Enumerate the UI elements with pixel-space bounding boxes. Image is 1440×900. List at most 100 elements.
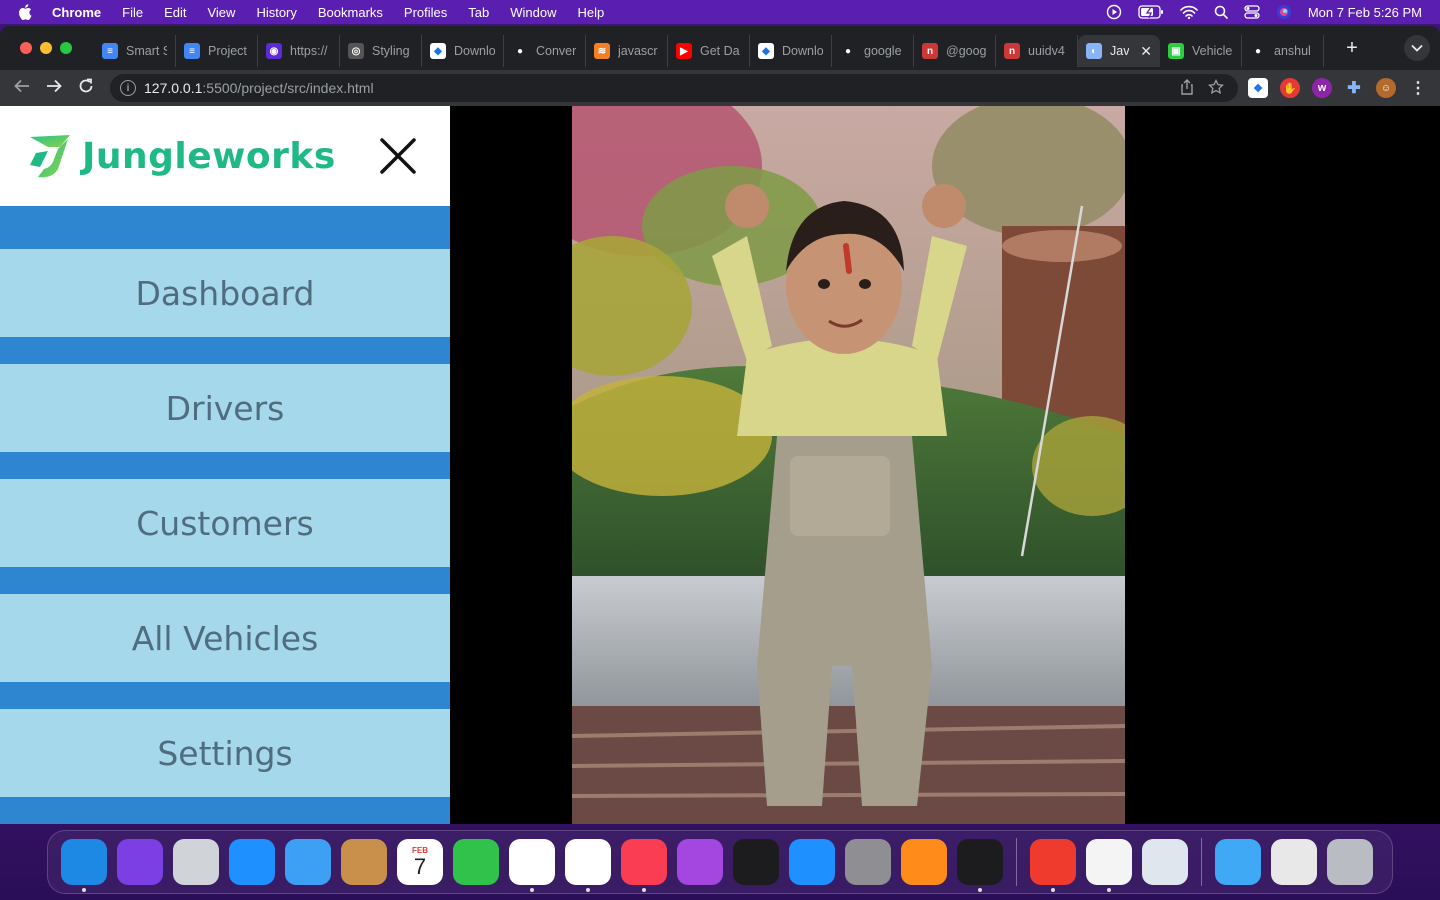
running-indicator — [978, 888, 982, 892]
tab[interactable]: n uuidv4 — [996, 35, 1078, 67]
tab-favicon-icon: ▣ — [1168, 43, 1184, 59]
menu-file[interactable]: File — [122, 5, 143, 20]
podcasts-icon[interactable] — [677, 839, 723, 885]
menu-window[interactable]: Window — [510, 5, 556, 20]
tab-favicon-icon: ≡ — [102, 43, 118, 59]
profile-avatar[interactable]: ☺ — [1376, 78, 1396, 98]
mail-icon[interactable] — [285, 839, 331, 885]
extensions-puzzle-icon[interactable]: ✚ — [1344, 78, 1364, 98]
siri-menu-icon[interactable] — [1276, 4, 1292, 20]
running-indicator — [642, 888, 646, 892]
appstore-icon[interactable] — [789, 839, 835, 885]
tab-label: Project — [208, 44, 247, 58]
battery-icon[interactable] — [1138, 5, 1164, 19]
tab[interactable]: ● anshul — [1242, 35, 1324, 67]
menu-app-name[interactable]: Chrome — [52, 5, 101, 20]
minimize-window-button[interactable] — [40, 42, 52, 54]
address-bar[interactable]: i 127.0.0.1:5500/project/src/index.html — [110, 74, 1238, 102]
tab-label: Downlo — [782, 44, 823, 58]
tab-favicon-icon: ◎ — [348, 43, 364, 59]
brand-name[interactable]: Jungleworks — [82, 136, 336, 177]
close-window-button[interactable] — [20, 42, 32, 54]
forward-button[interactable] — [38, 78, 70, 98]
extension-hand-icon[interactable]: ✋ — [1280, 78, 1300, 98]
sidebar-item-settings[interactable]: Settings — [0, 709, 450, 797]
new-tab-button[interactable]: + — [1338, 37, 1366, 60]
play-status-icon[interactable] — [1106, 4, 1122, 20]
tab[interactable]: ▶ Get Da — [668, 35, 750, 67]
zoom-window-button[interactable] — [60, 42, 72, 54]
tab[interactable]: ◉ https:// — [258, 35, 340, 67]
tab[interactable]: ≡ Smart S — [94, 35, 176, 67]
pages-icon[interactable] — [901, 839, 947, 885]
appletv-icon[interactable] — [733, 839, 779, 885]
back-button[interactable] — [6, 78, 38, 98]
tab[interactable]: ◆ Downlo — [750, 35, 832, 67]
site-info-icon[interactable]: i — [120, 80, 136, 96]
sidebar-item-drivers[interactable]: Drivers — [0, 364, 450, 452]
preview-icon[interactable] — [1142, 839, 1188, 885]
menu-view[interactable]: View — [207, 5, 235, 20]
contacts-icon[interactable] — [341, 839, 387, 885]
sidebar: Jungleworks Dashboard Drivers Customers … — [0, 106, 450, 824]
chrome-icon[interactable] — [509, 839, 555, 892]
tab[interactable]: ≡ Project — [176, 35, 258, 67]
calendar-icon[interactable]: FEB 7 — [397, 839, 443, 885]
safari-icon[interactable] — [229, 839, 275, 885]
chrome-menu-icon[interactable]: ⋮ — [1408, 78, 1428, 98]
music-icon[interactable] — [621, 839, 667, 892]
share-icon[interactable] — [1180, 78, 1194, 98]
siri-icon[interactable] — [117, 839, 163, 885]
trash-icon[interactable] — [1327, 839, 1373, 885]
reload-button[interactable] — [70, 78, 102, 99]
applications-folder-icon[interactable] — [1215, 839, 1261, 885]
tab-favicon-icon: ● — [840, 43, 856, 59]
tab[interactable]: ● google — [832, 35, 914, 67]
finder-icon[interactable] — [61, 839, 107, 892]
bookmark-star-icon[interactable] — [1208, 78, 1224, 98]
apple-menu-icon[interactable] — [18, 4, 36, 20]
menu-bookmarks[interactable]: Bookmarks — [318, 5, 383, 20]
tab[interactable]: ● Conver — [504, 35, 586, 67]
menu-help[interactable]: Help — [578, 5, 605, 20]
anydesk-icon[interactable] — [1030, 839, 1076, 892]
vscode-icon[interactable] — [565, 839, 611, 892]
sidebar-item-customers[interactable]: Customers — [0, 479, 450, 567]
spotlight-search-icon[interactable] — [1214, 5, 1228, 19]
close-tab-icon[interactable]: ✕ — [1140, 43, 1152, 60]
menubar-clock[interactable]: Mon 7 Feb 5:26 PM — [1308, 5, 1422, 20]
tab-favicon-icon: ◉ — [266, 43, 282, 59]
menu-edit[interactable]: Edit — [164, 5, 186, 20]
tab-favicon-icon: ≋ — [594, 43, 610, 59]
tab-label: Get Da — [700, 44, 740, 58]
menu-history[interactable]: History — [256, 5, 296, 20]
tab[interactable]: ≋ javascr — [586, 35, 668, 67]
tab-label: @goog — [946, 44, 987, 58]
tab-search-chevron-icon[interactable] — [1404, 35, 1430, 61]
facetime-icon[interactable] — [453, 839, 499, 885]
browser-toolbar: i 127.0.0.1:5500/project/src/index.html … — [0, 70, 1440, 106]
wifi-icon[interactable] — [1180, 5, 1198, 19]
launchpad-icon[interactable] — [173, 839, 219, 885]
tab[interactable]: ◎ Styling — [340, 35, 422, 67]
running-indicator — [1051, 888, 1055, 892]
photo-file-icon[interactable] — [1271, 839, 1317, 885]
document-icon[interactable] — [1086, 839, 1132, 892]
terminal-icon[interactable] — [957, 839, 1003, 892]
system-preferences-icon[interactable] — [845, 839, 891, 885]
tab-active[interactable]: ◐ Jav ✕ — [1078, 35, 1160, 67]
tab[interactable]: n @goog — [914, 35, 996, 67]
sidebar-item-dashboard[interactable]: Dashboard — [0, 249, 450, 337]
tab[interactable]: ◆ Downlo — [422, 35, 504, 67]
sidebar-item-all-vehicles[interactable]: All Vehicles — [0, 594, 450, 682]
menu-profiles[interactable]: Profiles — [404, 5, 447, 20]
close-sidebar-icon[interactable] — [378, 136, 418, 176]
tab-favicon-icon: n — [1004, 43, 1020, 59]
sidebar-nav: Dashboard Drivers Customers All Vehicles… — [0, 249, 450, 824]
tab[interactable]: ▣ Vehicle — [1160, 35, 1242, 67]
tab-label: Conver — [536, 44, 577, 58]
menu-tab[interactable]: Tab — [468, 5, 489, 20]
extension-w-icon[interactable]: w — [1312, 78, 1332, 98]
control-center-icon[interactable] — [1244, 5, 1260, 19]
extension-bitwarden-icon[interactable]: ❖ — [1248, 78, 1268, 98]
